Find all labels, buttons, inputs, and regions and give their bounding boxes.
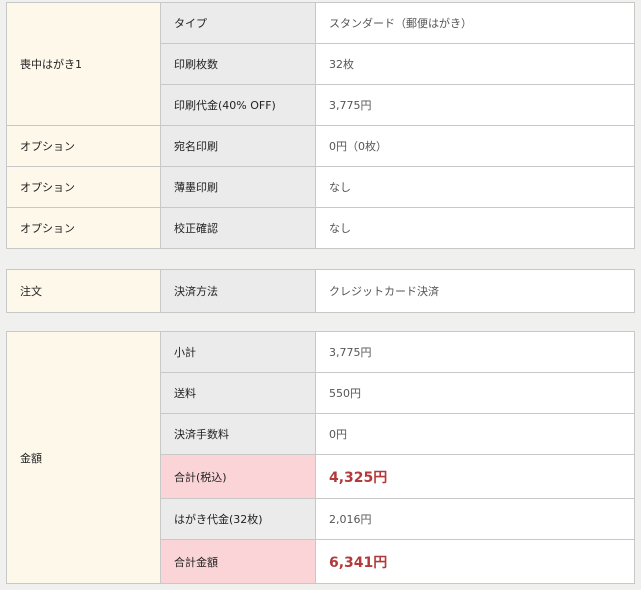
item-row-type: 喪中はがき1 タイプ スタンダード（郵便はがき） bbox=[6, 2, 635, 126]
option-row-address-print: オプション 宛名印刷 0円（0枚） bbox=[6, 125, 635, 167]
print-price-label: 印刷代金(40% OFF) bbox=[160, 84, 316, 126]
option-group-label: オプション bbox=[6, 166, 161, 208]
payment-method-label: 決済方法 bbox=[160, 269, 316, 313]
amount-summary-table: 金額 小計 3,775円 送料 550円 決済手数料 0円 合計(税込) 4,3… bbox=[6, 331, 635, 584]
option-group-label: オプション bbox=[6, 125, 161, 167]
order-group-label: 注文 bbox=[6, 269, 161, 313]
option-row-proofing: オプション 校正確認 なし bbox=[6, 207, 635, 249]
option-row-light-ink: オプション 薄墨印刷 なし bbox=[6, 166, 635, 208]
proofing-value: なし bbox=[315, 207, 635, 249]
subtotal-value: 3,775円 bbox=[315, 331, 635, 373]
type-label: タイプ bbox=[160, 2, 316, 44]
address-print-label: 宛名印刷 bbox=[160, 125, 316, 167]
amount-group-label: 金額 bbox=[6, 331, 161, 584]
total-tax-label: 合計(税込) bbox=[160, 454, 316, 499]
light-ink-label: 薄墨印刷 bbox=[160, 166, 316, 208]
quantity-value: 32枚 bbox=[315, 43, 635, 85]
postcard-price-value: 2,016円 bbox=[315, 498, 635, 540]
shipping-label: 送料 bbox=[160, 372, 316, 414]
proofing-label: 校正確認 bbox=[160, 207, 316, 249]
order-row-payment: 注文 決済方法 クレジットカード決済 bbox=[6, 269, 635, 313]
type-value: スタンダード（郵便はがき） bbox=[315, 2, 635, 44]
payment-fee-label: 決済手数料 bbox=[160, 413, 316, 455]
postcard-price-label: はがき代金(32枚) bbox=[160, 498, 316, 540]
total-tax-value: 4,325円 bbox=[315, 454, 635, 499]
subtotal-label: 小計 bbox=[160, 331, 316, 373]
item-group-label: 喪中はがき1 bbox=[6, 2, 161, 126]
quantity-label: 印刷枚数 bbox=[160, 43, 316, 85]
shipping-value: 550円 bbox=[315, 372, 635, 414]
option-group-label: オプション bbox=[6, 207, 161, 249]
payment-method-value: クレジットカード決済 bbox=[315, 269, 635, 313]
light-ink-value: なし bbox=[315, 166, 635, 208]
item-summary-table: 喪中はがき1 タイプ スタンダード（郵便はがき） 印刷枚数 32枚 印刷代金(4… bbox=[6, 2, 635, 249]
grand-total-label: 合計金額 bbox=[160, 539, 316, 584]
print-price-value: 3,775円 bbox=[315, 84, 635, 126]
amount-row-subtotal: 金額 小計 3,775円 bbox=[6, 331, 635, 584]
grand-total-value: 6,341円 bbox=[315, 539, 635, 584]
order-summary-table: 注文 決済方法 クレジットカード決済 bbox=[6, 269, 635, 313]
payment-fee-value: 0円 bbox=[315, 413, 635, 455]
address-print-value: 0円（0枚） bbox=[315, 125, 635, 167]
